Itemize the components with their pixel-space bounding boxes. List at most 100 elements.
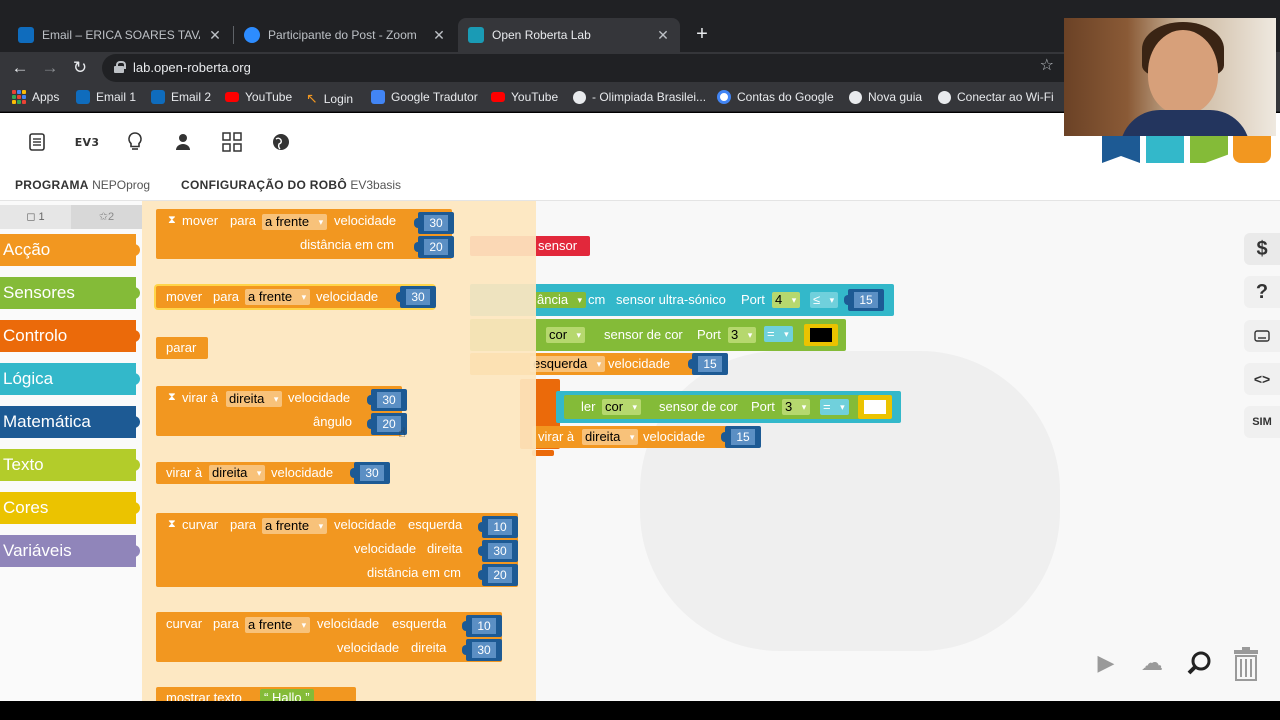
canvas-dropdown[interactable]: ância [534,292,587,308]
bookmark-youtube[interactable]: YouTube [225,90,292,104]
category-matematica[interactable]: Matemática [0,406,140,438]
tab-program[interactable]: PROGRAMA NEPOprog [15,178,150,192]
block-turn-angle[interactable]: ⧗ virar à direita velocidade 30 ângulo 2… [156,386,407,436]
screen-bottom-bar [0,701,1280,720]
block-move[interactable]: mover para a frente velocidade 30 [156,286,436,308]
block-curve[interactable]: curvar para a frente velocidade esquerda… [156,612,502,662]
category-logica[interactable]: Lógica [0,363,140,395]
bookmark-wifi[interactable]: Conectar ao Wi-Fi [938,90,1054,104]
bookmark-email-2[interactable]: Email 2 [151,90,211,104]
help-icon[interactable]: ? [1244,276,1280,308]
trash-icon[interactable] [1230,647,1262,681]
google-icon [717,90,731,104]
canvas-number-input[interactable]: 15 [721,426,761,448]
speed-input[interactable]: 30 [367,389,407,411]
direction-dropdown[interactable]: a frente [262,214,328,230]
turn-dropdown[interactable]: direita [209,465,266,481]
bookmark-youtube-2[interactable]: YouTube [491,90,558,104]
bookmark-google-tradutor[interactable]: Google Tradutor [371,90,478,104]
back-icon[interactable]: ← [8,56,32,80]
color-swatch-white[interactable] [858,395,892,419]
close-icon[interactable]: ✕ [432,27,446,44]
document-icon[interactable] [26,131,48,153]
ev3-robot-icon[interactable]: EV3 [75,131,99,153]
bookmark-nova-guia[interactable]: Nova guia [849,90,922,104]
speed-input[interactable]: 30 [350,462,390,484]
bookmark-apps[interactable]: Apps [12,90,59,104]
canvas-dropdown[interactable]: 4 [772,292,801,308]
block-turn[interactable]: virar à direita velocidade 30 [156,462,390,484]
simulation-button[interactable]: SIM [1244,406,1280,438]
distance-input[interactable]: 20 [414,236,454,258]
direction-dropdown[interactable]: a frente [245,617,311,633]
block-text: direita [427,541,463,556]
canvas-dropdown[interactable]: cor [602,399,642,415]
canvas-block-text: virar à [538,429,575,444]
user-icon[interactable] [172,131,194,153]
tab-open-roberta[interactable]: Open Roberta Lab ✕ [458,18,680,52]
right-speed-input[interactable]: 30 [478,540,518,562]
bookmark-olimpiada[interactable]: - Olimpiada Brasilei... [573,90,706,104]
block-move-distance[interactable]: ⧗ mover para a frente velocidade 30 dist… [156,209,454,259]
category-variaveis[interactable]: Variáveis [0,535,140,567]
left-speed-input[interactable]: 10 [462,615,502,637]
tab-zoom[interactable]: Participante do Post - Zoom ✕ [234,18,456,52]
bookmark-star-icon[interactable]: ☆ [1040,55,1054,75]
category-cores[interactable]: Cores [0,492,140,524]
canvas-dropdown[interactable]: = [820,399,849,415]
address-bar[interactable]: lab.open-roberta.org [102,54,1102,82]
category-sensores[interactable]: Sensores [0,277,140,309]
block-curve-distance[interactable]: ⧗ curvar para a frente velocidade esquer… [156,513,518,587]
bookmark-login[interactable]: ↖ Login [306,90,353,107]
category-controlo[interactable]: Controlo [0,320,140,352]
run-icon[interactable]: ▶ [1090,647,1122,679]
new-tab-icon[interactable]: + [692,24,712,44]
block-stop[interactable]: parar [156,337,208,359]
turn-dropdown[interactable]: direita [226,391,283,407]
globe-icon[interactable] [270,131,292,153]
close-icon[interactable]: ✕ [656,27,670,44]
distance-input[interactable]: 20 [478,564,518,586]
reload-icon[interactable]: ↻ [68,56,92,80]
left-speed-input[interactable]: 10 [478,516,518,538]
blockly-workspace[interactable]: sensor ância cm sensor ultra-sónico Port… [0,201,1280,701]
keyboard-icon[interactable] [1244,320,1280,352]
speed-input[interactable]: 30 [396,286,436,308]
bookmark-contas-google[interactable]: Contas do Google [717,90,834,104]
block-text: velocidade [288,390,351,405]
bookmark-email-1[interactable]: Email 1 [76,90,136,104]
canvas-dropdown[interactable]: direita [582,429,639,445]
tab-robot-config[interactable]: CONFIGURAÇÃO DO ROBÔ EV3basis [181,178,401,192]
code-view-icon[interactable]: <> [1244,363,1280,395]
canvas-dropdown[interactable]: cor [546,327,586,343]
category-accao[interactable]: Acção [0,234,140,266]
tab-email[interactable]: Email – ERICA SOARES TAVARES ✕ [8,18,232,52]
color-swatch-black[interactable] [804,324,838,346]
canvas-dropdown[interactable]: ≤ [810,292,839,308]
lightbulb-icon[interactable] [124,131,146,153]
direction-dropdown[interactable]: a frente [262,518,328,534]
canvas-dropdown[interactable]: = [764,326,793,342]
gallery-icon[interactable] [221,131,243,153]
canvas-dropdown[interactable]: 3 [728,327,757,343]
canvas-number-input[interactable]: 15 [688,353,728,375]
text-literal-block[interactable]: “ Hallo ” [260,689,314,701]
canvas-dropdown[interactable]: esquerda [530,356,606,372]
block-show-text[interactable]: mostrar texto “ Hallo ” [156,687,356,701]
canvas-block-read-color[interactable]: ler cor sensor de cor Port 3 = [556,391,901,423]
close-icon[interactable]: ✕ [208,27,222,44]
forward-icon[interactable]: → [38,56,62,80]
canvas-number-input[interactable]: 15 [844,289,884,311]
dollar-icon[interactable]: $ [1244,233,1280,265]
category-texto[interactable]: Texto [0,449,140,481]
level-beginner[interactable]: ◻ 1 [0,205,71,229]
direction-dropdown[interactable]: a frente [245,289,311,305]
speed-input[interactable]: 30 [414,212,454,234]
right-speed-input[interactable]: 30 [462,639,502,661]
level-expert[interactable]: ✩2 [71,205,142,229]
canvas-block-turn[interactable]: virar à direita velocidade 15 [532,426,761,448]
zoom-reset-icon[interactable] [1184,647,1216,679]
canvas-dropdown[interactable]: 3 [782,399,811,415]
cloud-upload-icon[interactable]: ☁ [1136,647,1168,679]
text-literal-value: Hallo [271,690,302,701]
